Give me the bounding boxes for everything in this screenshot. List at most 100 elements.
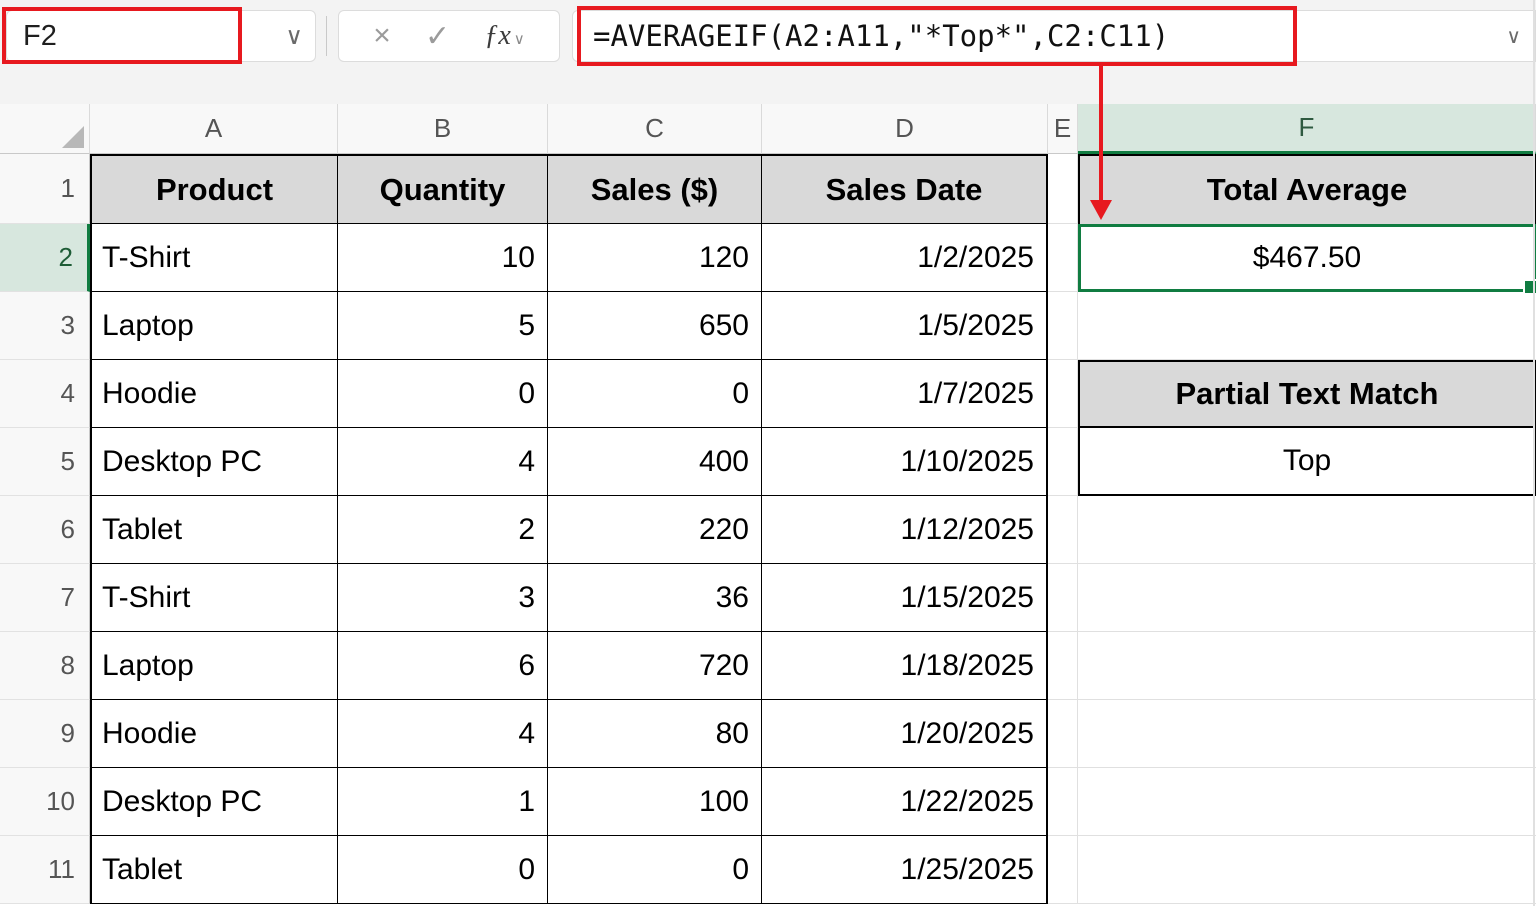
cell-D10[interactable]: 1/22/2025 [762,768,1048,836]
column-header-a[interactable]: A [90,104,338,154]
cell-A9[interactable]: Hoodie [90,700,338,768]
cell-C10[interactable]: 100 [548,768,762,836]
cell-F9[interactable] [1078,700,1536,768]
cell-F10[interactable] [1078,768,1536,836]
cell-E10[interactable] [1048,768,1078,836]
cell-C2[interactable]: 120 [548,224,762,292]
cell-A1[interactable]: Product [90,154,338,224]
formula-toolbar: F2 ∨ × ✓ ƒx ∨ =AVERAGEIF(A2:A11,"*Top*",… [0,0,1536,104]
cell-B9[interactable]: 4 [338,700,548,768]
cell-E11[interactable] [1048,836,1078,904]
cell-A10[interactable]: Desktop PC [90,768,338,836]
cell-C1[interactable]: Sales ($) [548,154,762,224]
row-header-1[interactable]: 1 [0,154,90,224]
row-header-4[interactable]: 4 [0,360,90,428]
cell-F5-partial-match-value[interactable]: Top [1078,428,1536,496]
cell-D4[interactable]: 1/7/2025 [762,360,1048,428]
cell-F3[interactable] [1078,292,1536,360]
cell-A6[interactable]: Tablet [90,496,338,564]
cell-B3[interactable]: 5 [338,292,548,360]
formula-bar-input[interactable]: =AVERAGEIF(A2:A11,"*Top*",C2:C11) ∨ [572,10,1536,62]
cell-F4-partial-match-label[interactable]: Partial Text Match [1078,360,1536,428]
column-header-d[interactable]: D [762,104,1048,154]
cell-A7[interactable]: T-Shirt [90,564,338,632]
cell-A2[interactable]: T-Shirt [90,224,338,292]
cell-F7[interactable] [1078,564,1536,632]
name-box-value: F2 [23,20,57,53]
cell-E3[interactable] [1048,292,1078,360]
row-header-5[interactable]: 5 [0,428,90,496]
row-header-3[interactable]: 3 [0,292,90,360]
row-header-10[interactable]: 10 [0,768,90,836]
insert-function-button[interactable]: ƒx ∨ [484,20,524,52]
cell-D9[interactable]: 1/20/2025 [762,700,1048,768]
cell-E1[interactable] [1048,154,1078,224]
cell-D6[interactable]: 1/12/2025 [762,496,1048,564]
cell-D11[interactable]: 1/25/2025 [762,836,1048,904]
cell-F11[interactable] [1078,836,1536,904]
cell-C4[interactable]: 0 [548,360,762,428]
cell-B6[interactable]: 2 [338,496,548,564]
formula-bar-expand-icon[interactable]: ∨ [1506,24,1521,49]
cell-F1-total-average-label[interactable]: Total Average [1078,154,1536,224]
cell-D7[interactable]: 1/15/2025 [762,564,1048,632]
cell-D8[interactable]: 1/18/2025 [762,632,1048,700]
cell-B2[interactable]: 10 [338,224,548,292]
cell-C7[interactable]: 36 [548,564,762,632]
cell-B5[interactable]: 4 [338,428,548,496]
row-header-8[interactable]: 8 [0,632,90,700]
cell-A4[interactable]: Hoodie [90,360,338,428]
cell-C3[interactable]: 650 [548,292,762,360]
cell-A3[interactable]: Laptop [90,292,338,360]
toolbar-divider [326,16,327,56]
fx-icon: ƒx [484,20,510,52]
cell-D2[interactable]: 1/2/2025 [762,224,1048,292]
cell-A8[interactable]: Laptop [90,632,338,700]
spreadsheet-app: F2 ∨ × ✓ ƒx ∨ =AVERAGEIF(A2:A11,"*Top*",… [0,0,1536,906]
column-header-e[interactable]: E [1048,104,1078,154]
cell-E9[interactable] [1048,700,1078,768]
cell-F6[interactable] [1078,496,1536,564]
annotation-arrow-head-icon [1090,200,1112,220]
cell-E4[interactable] [1048,360,1078,428]
column-header-c[interactable]: C [548,104,762,154]
name-box[interactable]: F2 ∨ [6,10,316,62]
cancel-icon[interactable]: × [373,19,391,53]
cell-E6[interactable] [1048,496,1078,564]
row-header-11[interactable]: 11 [0,836,90,904]
cell-B8[interactable]: 6 [338,632,548,700]
cell-B7[interactable]: 3 [338,564,548,632]
cell-F2-selected[interactable]: $467.50 [1078,224,1536,292]
cell-D1[interactable]: Sales Date [762,154,1048,224]
cell-A5[interactable]: Desktop PC [90,428,338,496]
fx-dropdown-icon: ∨ [514,30,525,48]
cell-C5[interactable]: 400 [548,428,762,496]
cell-E8[interactable] [1048,632,1078,700]
cell-A11[interactable]: Tablet [90,836,338,904]
cell-F8[interactable] [1078,632,1536,700]
row-header-7[interactable]: 7 [0,564,90,632]
formula-text: =AVERAGEIF(A2:A11,"*Top*",C2:C11) [593,19,1169,53]
row-header-2[interactable]: 2 [0,224,90,292]
column-header-f[interactable]: F [1078,104,1536,154]
cell-B10[interactable]: 1 [338,768,548,836]
cell-E2[interactable] [1048,224,1078,292]
cell-E5[interactable] [1048,428,1078,496]
cell-E7[interactable] [1048,564,1078,632]
cell-B1[interactable]: Quantity [338,154,548,224]
cell-C11[interactable]: 0 [548,836,762,904]
cell-B4[interactable]: 0 [338,360,548,428]
column-header-b[interactable]: B [338,104,548,154]
row-header-9[interactable]: 9 [0,700,90,768]
annotation-arrow-line [1099,66,1103,204]
cell-C6[interactable]: 220 [548,496,762,564]
row-header-6[interactable]: 6 [0,496,90,564]
cell-C8[interactable]: 720 [548,632,762,700]
enter-icon[interactable]: ✓ [425,19,450,54]
name-box-dropdown-icon[interactable]: ∨ [285,22,303,51]
cell-D3[interactable]: 1/5/2025 [762,292,1048,360]
select-all-corner[interactable] [0,104,90,154]
cell-B11[interactable]: 0 [338,836,548,904]
cell-D5[interactable]: 1/10/2025 [762,428,1048,496]
cell-C9[interactable]: 80 [548,700,762,768]
